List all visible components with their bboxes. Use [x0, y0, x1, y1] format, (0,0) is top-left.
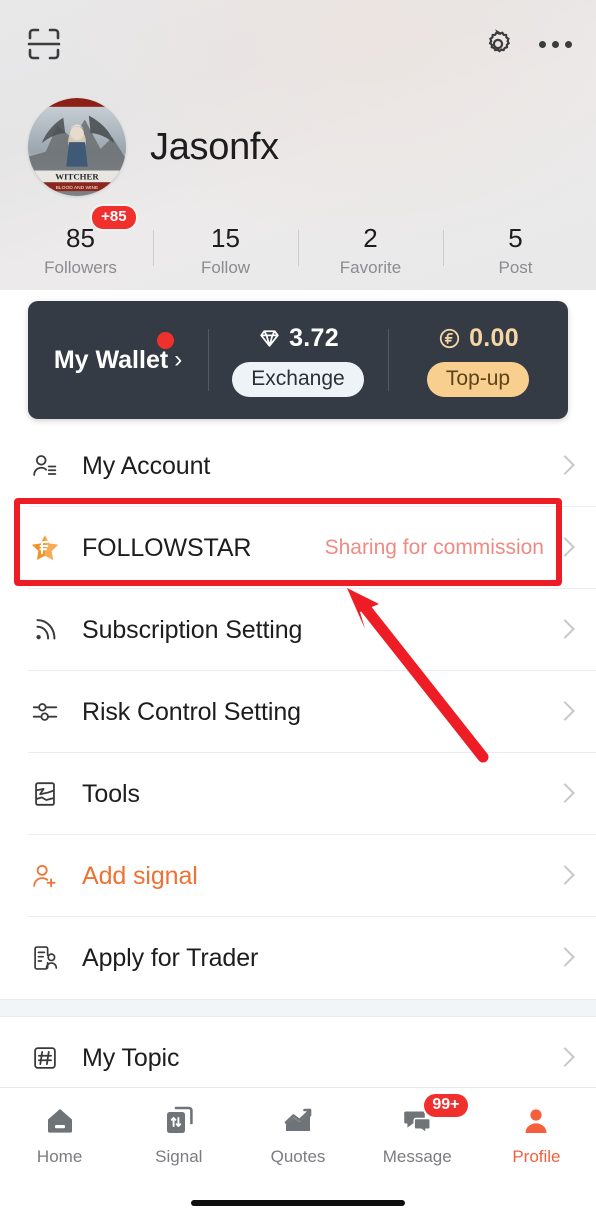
quotes-icon: [281, 1102, 315, 1140]
chevron-right-icon: [558, 619, 570, 641]
tab-label: Quotes: [270, 1147, 326, 1166]
stats-row: +85 85 Followers 15 Follow 2 Favorite 5 …: [0, 206, 596, 278]
gem-amount-row: 3.72: [257, 324, 339, 353]
stat-followers[interactable]: +85 85 Followers: [8, 206, 153, 278]
wallet-card: My Wallet › 3.72 Exchange 0.00 Top-up: [28, 301, 568, 419]
diamond-icon: [257, 326, 282, 351]
gear-icon[interactable]: [483, 29, 513, 59]
menu-item-label: Tools: [82, 779, 140, 808]
avatar[interactable]: WITCHER BLOOD AND WINE: [28, 98, 126, 196]
tab-label: Message: [382, 1147, 452, 1166]
menu-item-risk-control-setting[interactable]: Risk Control Setting: [0, 671, 596, 753]
tab-message[interactable]: 99+ Message: [358, 1094, 477, 1167]
stat-label: Post: [498, 258, 533, 277]
stat-value: 15: [211, 223, 240, 253]
tab-signal[interactable]: Signal: [119, 1102, 238, 1167]
tab-home[interactable]: Home: [0, 1102, 119, 1167]
menu-item-followstar[interactable]: FOLLOWSTAR Sharing for commission: [0, 507, 596, 589]
menu-item-my-account[interactable]: My Account: [0, 425, 596, 507]
settings-menu: My Account FOLLOWSTAR Sharing for commis…: [0, 425, 596, 1099]
tab-profile[interactable]: Profile: [477, 1102, 596, 1167]
wallet-notification-dot: [157, 331, 175, 349]
chevron-right-icon: [558, 1047, 570, 1069]
menu-item-label: FOLLOWSTAR: [82, 533, 252, 562]
chevron-right-icon: [558, 455, 570, 477]
topup-button[interactable]: Top-up: [426, 361, 530, 397]
home-icon: [43, 1102, 77, 1140]
wallet-title-label: My Wallet: [53, 345, 169, 374]
exchange-button[interactable]: Exchange: [232, 361, 364, 397]
menu-item-label: Add signal: [82, 861, 198, 890]
sliders-icon: [28, 695, 62, 729]
tab-label: Home: [36, 1147, 83, 1166]
chevron-right-icon: [558, 947, 570, 969]
chevron-right-icon: [558, 701, 570, 723]
followstar-tagline: Sharing for commission: [324, 536, 544, 559]
menu-item-subscription-setting[interactable]: Subscription Setting: [0, 589, 596, 671]
stat-label: Follow: [200, 258, 251, 277]
svg-text:BLOOD AND WINE: BLOOD AND WINE: [56, 185, 99, 191]
profile-identity[interactable]: WITCHER BLOOD AND WINE Jasonfx: [28, 98, 279, 196]
stat-label: Followers: [44, 258, 117, 277]
menu-item-label: Risk Control Setting: [82, 697, 301, 726]
wallet-coin-cell: 0.00 Top-up: [388, 301, 568, 419]
scan-icon[interactable]: [24, 24, 64, 64]
section-gap: [0, 999, 596, 1017]
coin-icon: [437, 326, 462, 351]
stat-post[interactable]: 5 Post: [443, 222, 588, 278]
home-indicator: [191, 1200, 405, 1206]
stat-label: Favorite: [339, 258, 402, 277]
menu-item-label: Apply for Trader: [82, 943, 259, 972]
wallet-gem-cell: 3.72 Exchange: [208, 301, 388, 419]
menu-item-label: My Topic: [82, 1043, 180, 1072]
rss-signal-icon: [28, 613, 62, 647]
profile-header: WITCHER BLOOD AND WINE Jasonfx +85 85 Fo…: [0, 0, 596, 290]
profile-icon: [519, 1102, 553, 1140]
chevron-right-icon: [558, 865, 570, 887]
svg-text:WITCHER: WITCHER: [55, 171, 99, 181]
tab-label: Profile: [512, 1147, 561, 1166]
stat-value: 2: [363, 223, 378, 253]
stat-favorite[interactable]: 2 Favorite: [298, 222, 443, 278]
signal-icon: [162, 1102, 196, 1140]
chevron-right-icon: ›: [174, 346, 183, 373]
more-dots-icon[interactable]: [539, 40, 572, 48]
chevron-right-icon: [558, 783, 570, 805]
profile-screen: WITCHER BLOOD AND WINE Jasonfx +85 85 Fo…: [0, 0, 596, 1222]
top-bar-actions: [483, 29, 572, 59]
coin-amount: 0.00: [469, 323, 519, 352]
menu-item-label: Subscription Setting: [82, 615, 303, 644]
my-wallet-button[interactable]: My Wallet ›: [28, 301, 208, 419]
wallet-title: My Wallet ›: [53, 331, 183, 375]
tools-icon: [28, 777, 62, 811]
chevron-right-icon: [558, 537, 570, 559]
trader-document-icon: [28, 941, 62, 975]
message-unread-badge: 99+: [424, 1094, 468, 1117]
stat-value: 5: [508, 223, 523, 253]
tab-quotes[interactable]: Quotes: [238, 1102, 357, 1167]
followers-new-badge: +85: [92, 206, 136, 229]
menu-item-tools[interactable]: Tools: [0, 753, 596, 835]
account-person-icon: [28, 449, 62, 483]
menu-item-add-signal[interactable]: Add signal: [0, 835, 596, 917]
add-person-icon: [28, 859, 62, 893]
page-title: Jasonfx: [150, 125, 279, 168]
bottom-tab-bar: Home Signal Quotes 99+ Message Profile: [0, 1087, 596, 1222]
coin-amount-row: 0.00: [437, 324, 519, 353]
followstar-icon: [28, 531, 62, 565]
gem-amount: 3.72: [289, 323, 339, 352]
hash-icon: [28, 1041, 62, 1075]
top-bar: [0, 18, 596, 70]
tab-label: Signal: [155, 1147, 203, 1166]
menu-item-apply-for-trader[interactable]: Apply for Trader: [0, 917, 596, 999]
stat-follow[interactable]: 15 Follow: [153, 222, 298, 278]
menu-item-label: My Account: [82, 451, 211, 480]
